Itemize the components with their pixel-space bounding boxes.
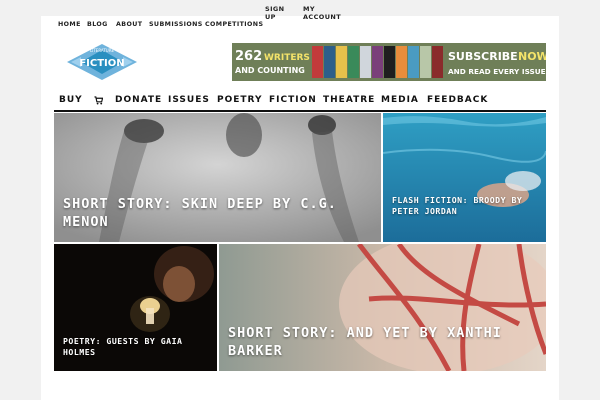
nav-donate[interactable]: DONATE (115, 95, 162, 105)
page: SIGN UP MY ACCOUNT HOME BLOG ABOUT SUBMI… (41, 0, 559, 400)
tile-broody-title: FLASH FICTION: BROODY BY PETER JORDAN (392, 195, 523, 216)
nav-competitions[interactable]: COMPETITIONS (205, 21, 263, 28)
top-bar: SIGN UP MY ACCOUNT (41, 0, 559, 21)
banner-subscribe: SUBSCRIBE (448, 50, 518, 63)
tile-broody[interactable]: FLASH FICTION: BROODY BY PETER JORDAN (383, 113, 546, 242)
nav-submissions[interactable]: SUBMISSIONS (149, 21, 203, 28)
nav-poetry[interactable]: POETRY (217, 95, 263, 105)
site-logo[interactable]: LITERATURE FICTION (67, 44, 137, 80)
banner-line2: AND COUNTING (235, 66, 305, 75)
tile-and-yet-title: SHORT STORY: AND YET BY XANTHI BARKER (228, 325, 502, 359)
tile-skin-deep[interactable]: SHORT STORY: SKIN DEEP BY C.G. MENON (54, 113, 381, 242)
nav-home[interactable]: HOME (58, 21, 81, 28)
nav-blog[interactable]: BLOG (87, 21, 108, 28)
my-account-link[interactable]: MY ACCOUNT (303, 5, 343, 21)
magazine-covers (312, 46, 443, 78)
logo-small-text: LITERATURE (90, 48, 115, 53)
nav-buy[interactable]: BUY (59, 95, 83, 105)
tile-and-yet[interactable]: SHORT STORY: AND YET BY XANTHI BARKER (219, 244, 546, 371)
nav-about[interactable]: ABOUT (116, 21, 142, 28)
tile-guests-title: POETRY: GUESTS BY GAIA HOLMES (63, 336, 183, 357)
nav-issues[interactable]: ISSUES (168, 95, 210, 105)
tile-skin-deep-title: SHORT STORY: SKIN DEEP BY C.G. MENON (63, 196, 337, 230)
nav-feedback[interactable]: FEEDBACK (427, 95, 488, 105)
sign-up-link[interactable]: SIGN UP (265, 5, 289, 21)
banner-line1: WRITERS (264, 53, 310, 63)
nav-fiction[interactable]: FICTION (269, 95, 317, 105)
banner-line3: AND READ EVERY ISSUE (448, 67, 546, 76)
logo-diamond-icon: LITERATURE FICTION (67, 44, 137, 80)
nav-media[interactable]: MEDIA (381, 95, 419, 105)
nav-theatre[interactable]: THEATRE (323, 95, 375, 105)
banner-graphic: 262 WRITERS AND COUNTING SUBSCRIBE NOW A… (232, 43, 546, 81)
logo-text: FICTION (79, 58, 124, 69)
subscribe-banner[interactable]: 262 WRITERS AND COUNTING SUBSCRIBE NOW A… (232, 43, 546, 81)
banner-now: NOW (518, 50, 546, 63)
tile-guests[interactable]: POETRY: GUESTS BY GAIA HOLMES (54, 244, 217, 371)
tile-broody-image (383, 113, 546, 242)
banner-count: 262 (235, 49, 262, 64)
main-nav: BUY DONATE ISSUES POETRY FICTION THEATRE… (54, 92, 546, 112)
cart-icon[interactable] (94, 96, 103, 105)
